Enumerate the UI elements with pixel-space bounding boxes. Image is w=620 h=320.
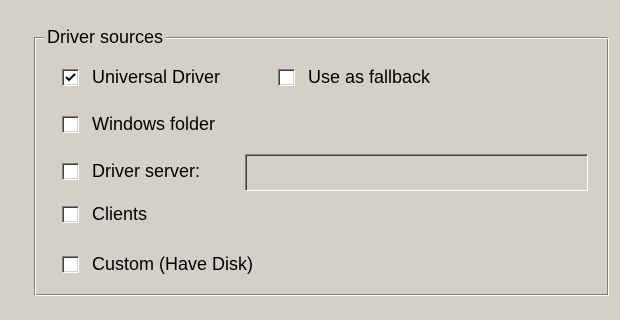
driver-server-label: Driver server: <box>92 161 201 181</box>
custom-have-disk-label: Custom (Have Disk) <box>92 254 254 274</box>
windows-folder-checkbox[interactable] <box>62 115 79 133</box>
use-as-fallback-label: Use as fallback <box>308 67 431 87</box>
universal-driver-checkbox[interactable] <box>62 68 79 86</box>
universal-driver-label: Universal Driver <box>92 67 221 87</box>
windows-folder-option[interactable]: Windows folder <box>62 113 215 135</box>
custom-have-disk-checkbox[interactable] <box>62 255 79 273</box>
driver-server-checkbox[interactable] <box>62 162 79 180</box>
clients-option[interactable]: Clients <box>62 203 147 225</box>
driver-server-input[interactable] <box>245 154 588 191</box>
custom-have-disk-option[interactable]: Custom (Have Disk) <box>62 253 253 275</box>
universal-driver-option[interactable]: Universal Driver <box>62 66 220 88</box>
checkmark-icon <box>65 72 76 81</box>
driver-server-option[interactable]: Driver server: <box>62 160 200 182</box>
use-as-fallback-option[interactable]: Use as fallback <box>278 66 430 88</box>
clients-checkbox[interactable] <box>62 205 79 223</box>
use-as-fallback-checkbox[interactable] <box>278 68 295 86</box>
clients-label: Clients <box>92 204 148 224</box>
windows-folder-label: Windows folder <box>92 114 216 134</box>
group-title: Driver sources <box>44 26 167 48</box>
